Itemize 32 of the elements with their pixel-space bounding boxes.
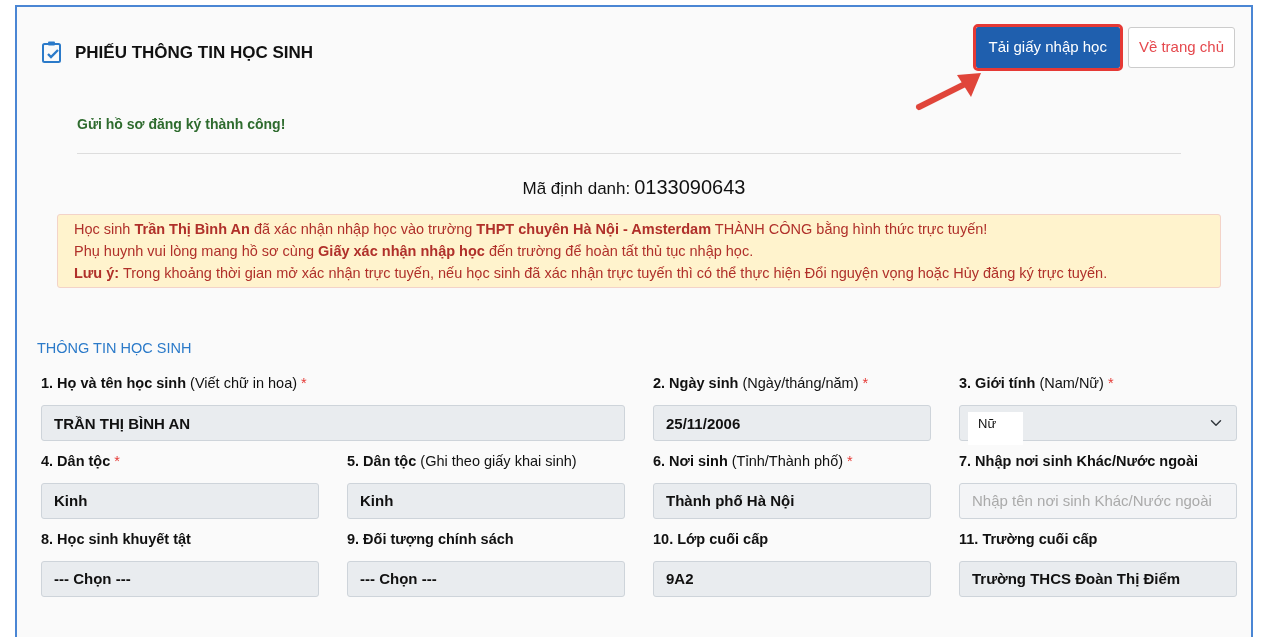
identifier-label: Mã định danh: bbox=[522, 177, 631, 200]
select-field[interactable]: Thành phố Hà Nội bbox=[653, 482, 931, 519]
field-label: 5. Dân tộc (Ghi theo giấy khai sinh) bbox=[347, 452, 578, 471]
success-message: Gửi hồ sơ đăng ký thành công! bbox=[77, 114, 287, 134]
notice-text: Lưu ý: Trong khoảng thời gian mở xác nhận trực tuyến, nếu học sinh đã xác nhận trực tuyến thì có thể thực hiện Đổi nguyện vọng hoặc Hủy đăng ký trực tuyến. bbox=[74, 263, 1109, 283]
field-label: 11. Trường cuối cấp bbox=[959, 529, 1099, 549]
text-field[interactable]: Nhập tên nơi sinh Khác/Nước ngoài bbox=[959, 482, 1237, 519]
field-label: 9. Đối tượng chính sách bbox=[347, 529, 515, 549]
text-field[interactable]: 9A2 bbox=[653, 560, 931, 597]
text-field[interactable]: 25/11/2006 bbox=[653, 405, 931, 441]
select-field[interactable]: --- Chọn --- bbox=[41, 560, 319, 597]
notice-text: Phụ huynh vui lòng mang hồ sơ cùng Giấy xác nhận nhập học đến trường để hoàn tất thủ tục nhập học. bbox=[74, 241, 755, 261]
field-label: 1. Họ và tên học sinh (Viết chữ in hoa) * bbox=[41, 374, 308, 394]
select-field[interactable]: Kinh bbox=[41, 482, 319, 519]
text-field[interactable]: TRẦN THỊ BÌNH AN bbox=[41, 405, 625, 441]
field-label: 2. Ngày sinh (Ngày/tháng/năm) * bbox=[653, 374, 870, 394]
field-label: 4. Dân tộc * bbox=[41, 452, 121, 471]
select-field[interactable]: --- Chọn --- bbox=[347, 560, 625, 597]
home-button[interactable]: Về trang chủ bbox=[1127, 27, 1235, 68]
section-title: THÔNG TIN HỌC SINH bbox=[37, 338, 193, 358]
field-label: 8. Học sinh khuyết tật bbox=[41, 529, 192, 549]
field-label: 10. Lớp cuối cấp bbox=[653, 529, 770, 549]
field-label: 3. Giới tính (Nam/Nữ) * bbox=[959, 374, 1115, 394]
text-field[interactable]: Kinh bbox=[347, 482, 625, 519]
clipboard-check-icon bbox=[41, 40, 63, 65]
text-field[interactable]: Trường THCS Đoàn Thị Điểm bbox=[959, 560, 1237, 597]
form-title: PHIẾU THÔNG TIN HỌC SINH bbox=[75, 41, 313, 64]
field-label: 6. Nơi sinh (Tỉnh/Thành phố) * bbox=[653, 452, 854, 471]
identifier-number: 0133090643 bbox=[634, 174, 746, 200]
download-button[interactable]: Tải giấy nhập học bbox=[975, 27, 1120, 68]
notice-text: Học sinh Trần Thị Bình An đã xác nhận nhập học vào trường THPT chuyên Hà Nội - Amsterdam THÀNH CÔNG bằng hình thức trực tuyến! bbox=[74, 219, 989, 239]
field-label: 7. Nhập nơi sinh Khác/Nước ngoài bbox=[959, 452, 1199, 471]
